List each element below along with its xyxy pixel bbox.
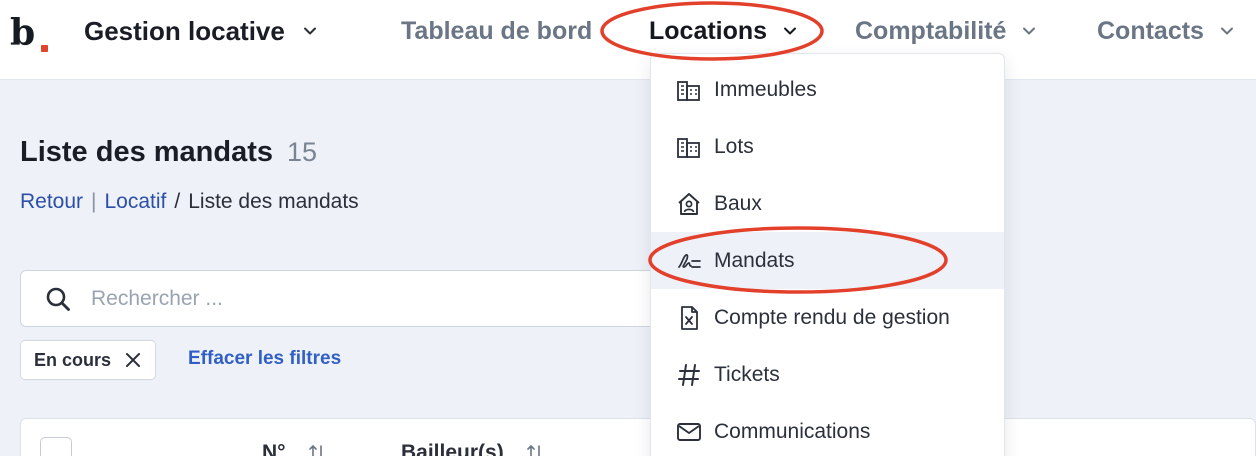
search-icon	[46, 287, 70, 311]
menu-item-communications[interactable]: Communications	[651, 403, 1004, 456]
chevron-down-icon	[1220, 27, 1233, 35]
menu-item-label: Lots	[714, 134, 754, 158]
record-count: 15	[287, 137, 318, 167]
menu-item-label: Communications	[714, 419, 871, 443]
house-user-icon	[678, 192, 700, 215]
menu-item-baux[interactable]: Baux	[651, 175, 1004, 232]
nav-item-comptabilite[interactable]: Comptabilité	[855, 14, 1038, 48]
search-box	[20, 270, 720, 327]
column-header-numero[interactable]: N°	[262, 441, 326, 456]
excel-file-icon	[681, 305, 698, 330]
menu-item-lots[interactable]: Lots	[651, 118, 1004, 175]
column-header-label: Bailleur(s)	[401, 441, 504, 456]
menu-item-compte-rendu-de-gestion[interactable]: Compte rendu de gestion	[651, 289, 1004, 346]
menu-item-immeubles[interactable]: Immeubles	[651, 61, 1004, 118]
nav-item-label: Tableau de bord	[401, 16, 593, 45]
filter-chip-en-cours: En cours	[20, 340, 157, 380]
menu-item-label: Immeubles	[714, 77, 817, 101]
menu-item-mandats[interactable]: Mandats	[651, 232, 1004, 289]
filter-chip-label: En cours	[34, 349, 112, 370]
breadcrumb-current: Liste des mandats	[188, 190, 359, 213]
app-switcher[interactable]: Gestion locative	[84, 14, 319, 48]
hash-icon	[678, 363, 700, 386]
sort-icon	[526, 444, 540, 456]
nav-item-locations[interactable]: Locations	[649, 14, 799, 48]
nav-item-label: Contacts	[1097, 16, 1204, 45]
search-input[interactable]	[91, 286, 611, 311]
buildings-icon	[677, 80, 700, 101]
logo-dot	[41, 45, 48, 52]
clear-filters-link[interactable]: Effacer les filtres	[188, 348, 341, 370]
top-navbar: b Gestion locative Tableau de bord Locat…	[0, 0, 1256, 80]
sort-icon	[308, 444, 322, 456]
page-title: Liste des mandats 15	[20, 136, 317, 169]
chevron-down-icon	[1023, 27, 1036, 35]
breadcrumb-separator: |	[91, 190, 97, 213]
nav-item-contacts[interactable]: Contacts	[1097, 14, 1236, 48]
chevron-down-icon	[784, 27, 797, 35]
nav-item-label: Locations	[649, 16, 768, 45]
logo-letter: b	[10, 12, 35, 54]
menu-item-label: Compte rendu de gestion	[714, 305, 950, 329]
column-header-label: N°	[262, 441, 286, 456]
menu-item-label: Mandats	[714, 248, 795, 272]
envelope-icon	[677, 422, 701, 441]
select-all-checkbox[interactable]	[40, 437, 72, 456]
breadcrumb: Retour | Locatif / Liste des mandats	[20, 190, 359, 214]
signature-icon	[678, 253, 701, 268]
breadcrumb-slash: /	[174, 190, 181, 213]
brand-logo[interactable]: b	[10, 12, 48, 54]
mandates-table: N° Bailleur(s)	[20, 418, 1256, 456]
column-header-bailleurs[interactable]: Bailleur(s)	[401, 441, 544, 456]
nav-item-label: Comptabilité	[855, 16, 1007, 45]
chevron-down-icon	[303, 27, 316, 35]
menu-item-label: Tickets	[714, 362, 780, 386]
locations-dropdown-menu: Immeubles Lots Baux Mandats Compte rendu…	[650, 53, 1005, 456]
menu-item-tickets[interactable]: Tickets	[651, 346, 1004, 403]
breadcrumb-parent-link[interactable]: Locatif	[105, 190, 167, 214]
breadcrumb-back-link[interactable]: Retour	[20, 190, 83, 214]
nav-item-tableau-de-bord[interactable]: Tableau de bord	[401, 14, 592, 48]
close-icon[interactable]	[125, 352, 141, 368]
app-switcher-label: Gestion locative	[84, 15, 285, 46]
buildings-icon	[677, 137, 700, 158]
menu-item-label: Baux	[714, 191, 762, 215]
page-title-text: Liste des mandats	[20, 136, 274, 168]
